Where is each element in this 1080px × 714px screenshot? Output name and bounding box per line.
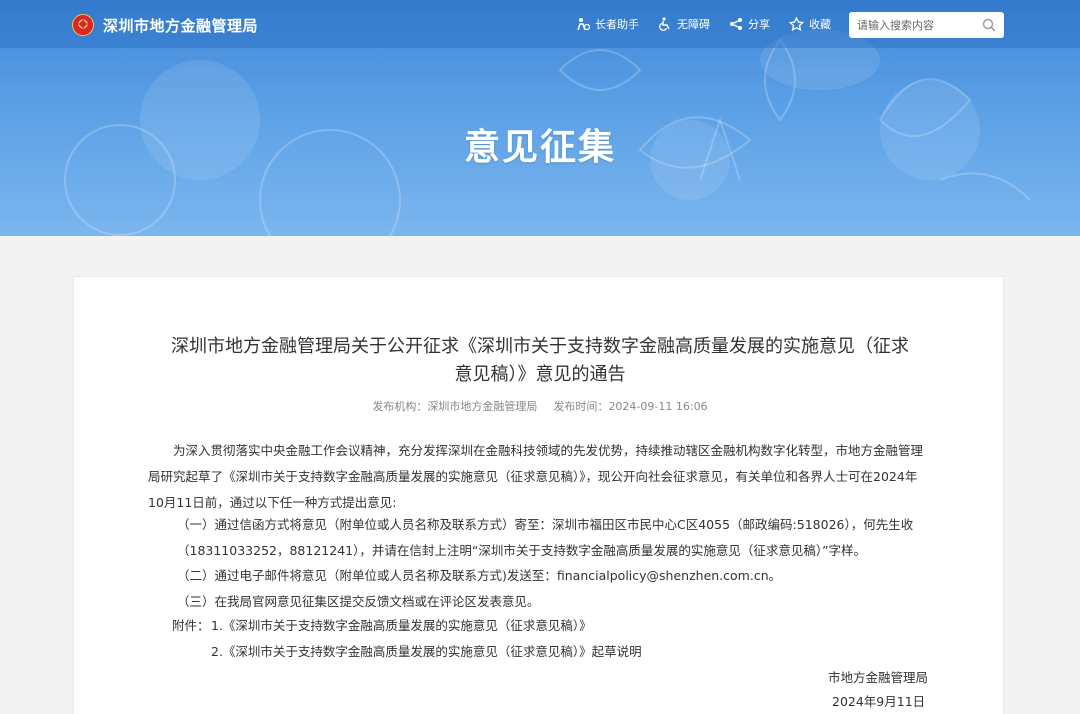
elder-assistant-icon xyxy=(577,18,590,31)
share-button[interactable]: 分享 xyxy=(729,16,770,32)
publisher: 深圳市地方金融管理局 xyxy=(427,400,538,413)
page-title: 意见征集 xyxy=(463,127,616,168)
accessibility-label: 无障碍 xyxy=(677,18,710,31)
favorite-button[interactable]: 收藏 xyxy=(789,16,831,32)
publish-time: 2024-09-11 16:06 xyxy=(608,400,708,413)
accessibility-icon xyxy=(659,17,670,31)
search-icon[interactable] xyxy=(982,18,996,32)
search-input[interactable] xyxy=(849,13,971,37)
signature: 市地方金融管理局 xyxy=(828,670,929,685)
article-meta: 发布机构：深圳市地方金融管理局 发布时间：2024-09-11 16:06 xyxy=(0,398,1080,414)
method1-paragraph: （一）通过信函方式将意见（附单位或人员名称及联系方式）寄至：深圳市福田区市民中心… xyxy=(177,517,914,558)
article-body: 为深入贯彻落实中央金融工作会议精神，充分发挥深圳在金融科技领域的先发优势，持续推… xyxy=(148,438,930,516)
attachment-link-1[interactable]: 1.《深圳市关于支持数字金融高质量发展的实施意见（征求意见稿）》 xyxy=(211,614,592,638)
top-bar: 深圳市地方金融管理局 长者助手 无障碍 分享 收藏 请输入搜索内容 xyxy=(0,0,1080,48)
attachment-label: 附件： xyxy=(172,618,210,633)
signature-date: 2024年9月11日 xyxy=(832,694,926,709)
article-title: 深圳市地方金融管理局关于公开征求《深圳市关于支持数字金融高质量发展的实施意见（征… xyxy=(145,333,935,389)
method2-paragraph: （二）通过电子邮件将意见（附单位或人员名称及联系方式)发送至：financial… xyxy=(177,568,782,583)
publisher-label: 发布机构： xyxy=(372,400,428,413)
share-label: 分享 xyxy=(748,18,770,31)
article-title-line: 意见稿）》意见的通告 xyxy=(454,364,626,385)
intro-paragraph: 为深入贯彻落实中央金融工作会议精神，充分发挥深圳在金融科技领域的先发优势，持续推… xyxy=(148,443,924,510)
method1-block: （一）通过信函方式将意见（附单位或人员名称及联系方式）寄至：深圳市福田区市民中心… xyxy=(177,512,929,564)
star-icon xyxy=(789,17,804,31)
article-title-line: 深圳市地方金融管理局关于公开征求《深圳市关于支持数字金融高质量发展的实施意见（征… xyxy=(171,336,909,357)
site-logo[interactable]: 深圳市地方金融管理局 xyxy=(72,12,258,38)
accessibility-button[interactable]: 无障碍 xyxy=(658,16,710,32)
toolbar: 长者助手 无障碍 分享 收藏 xyxy=(576,16,850,32)
publish-time-label: 发布时间： xyxy=(553,400,609,413)
elder-assistant-label: 长者助手 xyxy=(595,18,639,31)
elder-assistant-button[interactable]: 长者助手 xyxy=(576,16,639,32)
site-name: 深圳市地方金融管理局 xyxy=(103,16,259,35)
search-box xyxy=(849,12,1004,38)
share-icon xyxy=(730,18,742,30)
favorite-label: 收藏 xyxy=(809,18,831,31)
banner: 深圳市地方金融管理局 长者助手 无障碍 分享 收藏 请输入搜索内容 意见征集 xyxy=(0,0,1080,236)
attachment-link-2[interactable]: 2.《深圳市关于支持数字金融高质量发展的实施意见（征求意见稿）》起草说明 xyxy=(211,640,642,664)
national-emblem-icon xyxy=(72,14,94,36)
method3-paragraph: （三）在我局官网意见征集区提交反馈文档或在评论区发表意见。 xyxy=(177,594,540,609)
